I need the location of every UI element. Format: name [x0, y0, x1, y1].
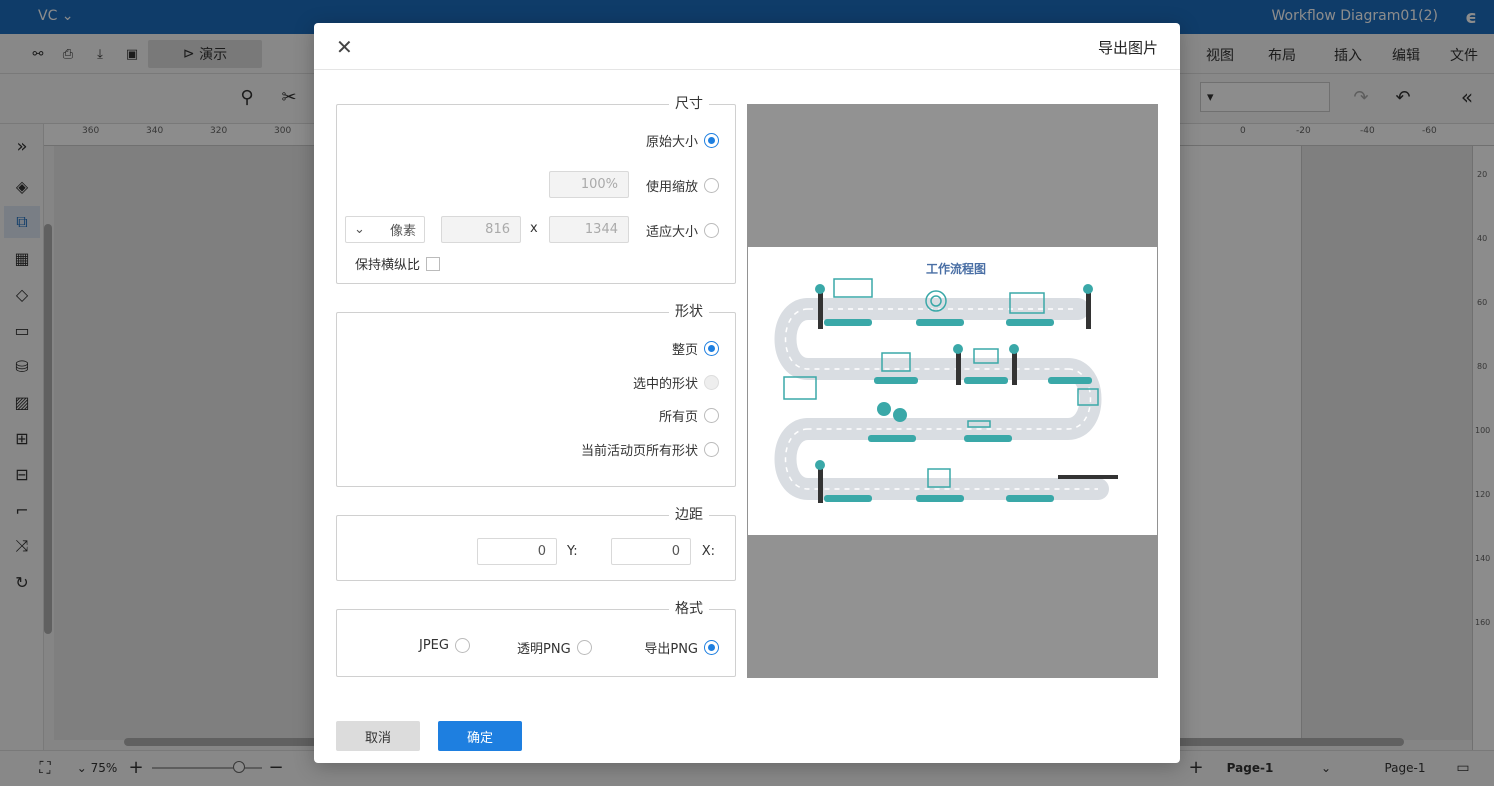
margin-x-input[interactable]: 0	[611, 538, 691, 565]
format-transparent-png-option[interactable]: 透明PNG	[517, 638, 592, 657]
step-label-11	[1006, 495, 1054, 502]
margin-x-label: X:	[701, 544, 715, 559]
person-figure-4	[1012, 351, 1017, 385]
close-icon[interactable]: ✕	[336, 35, 353, 59]
size-legend: 尺寸	[669, 96, 709, 112]
shape-whole-page-option[interactable]: 整页	[672, 339, 719, 358]
margin-y-input[interactable]: 0	[477, 538, 557, 565]
person-head-5	[815, 460, 825, 470]
radio-current-page[interactable]	[704, 442, 719, 457]
preview-title: 工作流程图	[926, 261, 986, 276]
radio-scale[interactable]	[704, 178, 719, 193]
chart-board-icon	[833, 278, 873, 298]
dialog-title: 导出图片	[1097, 39, 1158, 57]
workflow-diagram-thumbnail: 工作流程图	[774, 261, 1118, 503]
size-original-option[interactable]: 原始大小	[646, 131, 719, 150]
margin-group: 边距 X: 0 Y: 0	[336, 507, 736, 581]
person-figure-5	[818, 469, 823, 503]
radio-all-pages[interactable]	[704, 408, 719, 423]
person-head-1	[815, 284, 825, 294]
export-image-dialog: ✕ 导出图片 尺寸 原始大小 使用缩放 100% 适应大小 1344 x 816…	[314, 23, 1180, 763]
unit-select[interactable]: ⌄ 像素	[345, 216, 425, 243]
shape-selected-option[interactable]: 选中的形状	[633, 373, 719, 392]
dialog-header: ✕ 导出图片	[314, 23, 1180, 70]
gear-icon-2	[893, 408, 907, 422]
keep-ratio-option[interactable]: 保持横纵比	[355, 254, 441, 273]
size-group: 尺寸 原始大小 使用缩放 100% 适应大小 1344 x 816 ⌄ 像素 保…	[336, 96, 736, 284]
computer-icon	[783, 376, 817, 400]
step-label-7	[868, 435, 916, 442]
radio-original[interactable]	[704, 133, 719, 148]
export-preview: 工作流程图	[747, 104, 1158, 678]
margin-legend: 边距	[669, 507, 709, 523]
format-group: 格式 导出PNG 透明PNG JPEG	[336, 601, 736, 677]
size-scale-option[interactable]: 使用缩放	[646, 176, 719, 195]
scale-input[interactable]: 100%	[549, 171, 629, 198]
ok-button[interactable]: 确定	[438, 721, 522, 751]
radio-fit[interactable]	[704, 223, 719, 238]
person-figure-3	[956, 351, 961, 385]
height-input[interactable]: 816	[441, 216, 521, 243]
keep-ratio-checkbox[interactable]	[426, 256, 441, 271]
step-label-4	[874, 377, 918, 384]
step-label-2	[916, 319, 964, 326]
radio-transparent-png[interactable]	[576, 640, 592, 655]
step-label-3	[1006, 319, 1054, 326]
format-png-option[interactable]: 导出PNG	[644, 638, 719, 657]
person-figure-2	[1086, 289, 1091, 329]
format-jpeg-option[interactable]: JPEG	[419, 638, 470, 653]
step-label-5	[964, 377, 1008, 384]
step-label-10	[916, 495, 964, 502]
person-head-3	[953, 344, 963, 354]
step-label-1	[824, 319, 872, 326]
shape-all-pages-option[interactable]: 所有页	[659, 406, 719, 425]
radio-selected[interactable]	[704, 375, 719, 390]
preview-image: 工作流程图	[748, 247, 1157, 535]
radio-png[interactable]	[704, 640, 719, 655]
step-label-8	[964, 435, 1012, 442]
cancel-button[interactable]: 取消	[336, 721, 420, 751]
shape-group: 形状 整页 选中的形状 所有页 当前活动页所有形状	[336, 304, 736, 487]
step-label-6	[1048, 377, 1092, 384]
shape-current-page-option[interactable]: 当前活动页所有形状	[581, 440, 719, 459]
chevron-down-icon: ⌄	[354, 222, 365, 237]
radio-jpeg[interactable]	[454, 638, 470, 653]
person-head-4	[1009, 344, 1019, 354]
format-legend: 格式	[669, 601, 709, 617]
person-head-2	[1083, 284, 1093, 294]
gear-icon	[877, 402, 891, 416]
size-x-separator: x	[530, 221, 538, 236]
person-figure-1	[818, 289, 823, 329]
radio-whole-page[interactable]	[704, 341, 719, 356]
step-label-9	[824, 495, 872, 502]
width-input[interactable]: 1344	[549, 216, 629, 243]
shape-legend: 形状	[669, 304, 709, 320]
desk-shape	[1058, 475, 1118, 479]
margin-y-label: Y:	[567, 544, 578, 559]
size-fit-option[interactable]: 适应大小	[646, 221, 719, 240]
